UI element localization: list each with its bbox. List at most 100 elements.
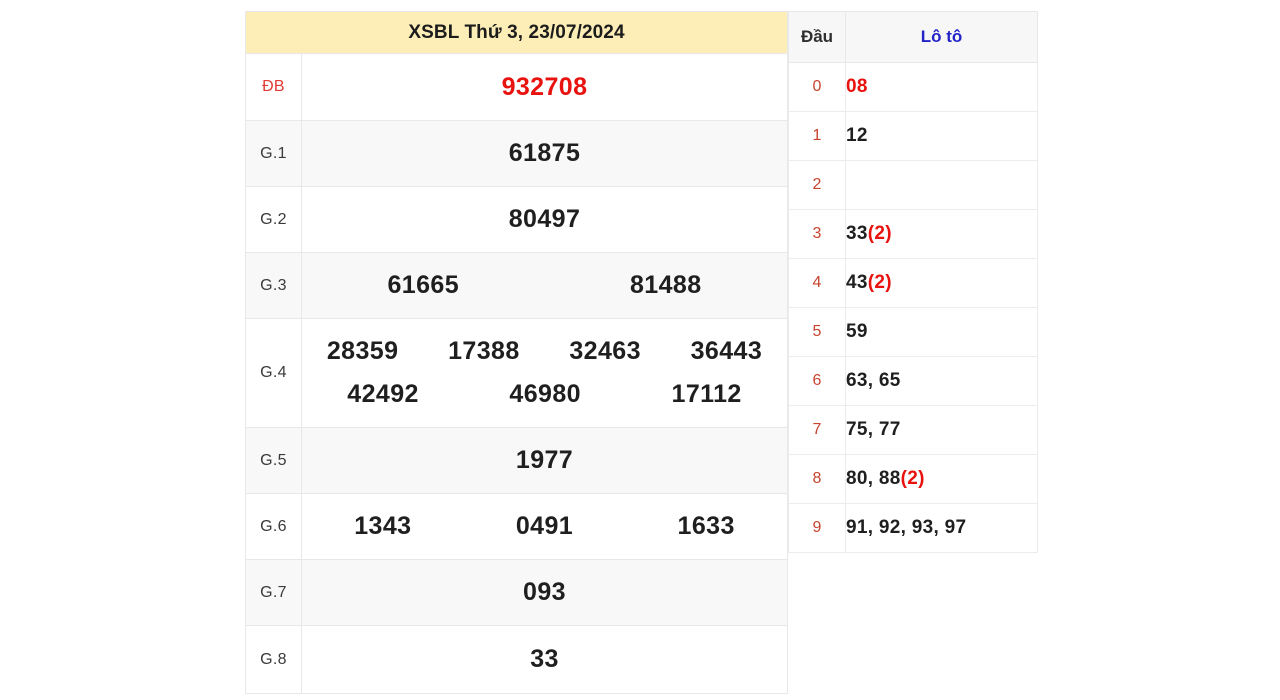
loto-head-digit: 7: [788, 405, 846, 455]
prize-label: G.3: [245, 252, 302, 319]
result-title-row: XSBL Thứ 3, 23/07/2024: [245, 11, 788, 54]
loto-head-digit: 5: [788, 307, 846, 357]
prize-row: G.7 093: [245, 559, 788, 626]
prize-label: G.4: [245, 318, 302, 428]
loto-header-row: Đầu Lô tô: [788, 11, 1038, 63]
loto-multiplier: (2): [900, 468, 925, 489]
loto-values-cell: 12: [845, 111, 1038, 161]
prize-values-cell: 80497: [301, 186, 788, 253]
prize-values-cell: 28359 17388 32463 36443 42492 46980 17112: [301, 318, 788, 428]
prize-number: 17112: [671, 380, 742, 408]
loto-values: 80, 88: [846, 468, 901, 489]
prize-number-line: 28359 17388 32463 36443: [302, 337, 787, 366]
prize-number: 46980: [509, 380, 581, 408]
prize-row: G.2 80497: [245, 186, 788, 253]
prize-number: 28359: [326, 337, 399, 365]
prize-number: 0491: [515, 512, 574, 540]
prize-number: 61665: [387, 271, 460, 299]
prize-number: 1343: [354, 512, 412, 540]
prize-number: 1977: [515, 446, 574, 474]
prize-label: G.5: [245, 427, 302, 494]
loto-values: 59: [846, 321, 868, 342]
loto-head-digit: 9: [788, 503, 846, 553]
prize-row: G.4 28359 17388 32463 36443 42492 46980 17112: [245, 318, 788, 428]
prize-label: G.8: [245, 625, 302, 694]
prize-number-line: 61665 81488: [302, 271, 787, 300]
prize-number-line: 33: [302, 645, 787, 674]
loto-row: 4 43(2): [788, 258, 1038, 308]
prize-row: G.6 1343 0491 1633: [245, 493, 788, 560]
loto-table: Đầu Lô tô 0 08 1 12 2 3 33(2) 4 43(2) 5 59 6 63, 65 7…: [788, 11, 1038, 553]
loto-values: 75, 77: [846, 419, 901, 440]
prize-number-line: 1977: [302, 446, 787, 475]
prize-number: 42492: [347, 380, 419, 408]
prize-number-line: 42492 46980 17112: [302, 380, 787, 409]
loto-values: 12: [846, 125, 868, 146]
loto-values-cell: 59: [845, 307, 1038, 357]
prize-values-cell: 093: [301, 559, 788, 626]
loto-values-cell: [845, 160, 1038, 210]
prize-row: G.5 1977: [245, 427, 788, 494]
prize-row: G.8 33: [245, 625, 788, 694]
prize-values-cell: 61875: [301, 120, 788, 187]
loto-values: 08: [846, 76, 868, 97]
loto-values-cell: 75, 77: [845, 405, 1038, 455]
loto-row: 0 08: [788, 62, 1038, 112]
loto-head-digit: 2: [788, 160, 846, 210]
prize-values-cell: 33: [301, 625, 788, 694]
prize-label: G.2: [245, 186, 302, 253]
loto-values-cell: 08: [845, 62, 1038, 112]
prize-values-cell: 932708: [301, 53, 788, 121]
prize-values-cell: 1977: [301, 427, 788, 494]
prize-result-table: XSBL Thứ 3, 23/07/2024 ĐB 932708 G.1 61875 G…: [245, 11, 788, 694]
loto-head-digit: 1: [788, 111, 846, 161]
loto-row: 1 12: [788, 111, 1038, 161]
prize-number-line: 80497: [302, 205, 787, 234]
prize-label: G.1: [245, 120, 302, 187]
prize-number: 1633: [677, 512, 735, 540]
prize-row: ĐB 932708: [245, 53, 788, 121]
prize-number-line: 932708: [302, 73, 787, 102]
loto-head-column-header: Đầu: [788, 11, 846, 63]
prize-label: G.6: [245, 493, 302, 560]
loto-values: 91, 92, 93, 97: [846, 517, 967, 538]
loto-head-digit: 4: [788, 258, 846, 308]
loto-head-digit: 6: [788, 356, 846, 406]
prize-number: 32463: [569, 337, 641, 365]
loto-values-column-header: Lô tô: [845, 11, 1038, 63]
prize-rows: ĐB 932708 G.1 61875 G.2 80497 G.3 61665 81488 G.4…: [245, 53, 788, 694]
loto-row: 9 91, 92, 93, 97: [788, 503, 1038, 553]
loto-rows: 0 08 1 12 2 3 33(2) 4 43(2) 5 59 6 63, 65 7 75, 77 8 80,…: [788, 62, 1038, 553]
loto-head-digit: 3: [788, 209, 846, 259]
loto-row: 6 63, 65: [788, 356, 1038, 406]
prize-row: G.3 61665 81488: [245, 252, 788, 319]
prize-number: 17388: [448, 337, 520, 365]
loto-values: 43: [846, 272, 868, 293]
loto-values-cell: 43(2): [845, 258, 1038, 308]
loto-values-cell: 63, 65: [845, 356, 1038, 406]
loto-multiplier: (2): [867, 223, 892, 244]
loto-row: 2: [788, 160, 1038, 210]
prize-row: G.1 61875: [245, 120, 788, 187]
prize-number: 093: [523, 578, 566, 606]
loto-row: 3 33(2): [788, 209, 1038, 259]
prize-label: ĐB: [245, 53, 302, 121]
prize-number-line: 1343 0491 1633: [302, 512, 787, 541]
loto-values: 63, 65: [846, 370, 901, 391]
prize-number: 61875: [508, 139, 581, 167]
prize-number: 81488: [629, 271, 702, 299]
loto-row: 5 59: [788, 307, 1038, 357]
result-title: XSBL Thứ 3, 23/07/2024: [245, 11, 788, 54]
prize-label: G.7: [245, 559, 302, 626]
loto-values-cell: 33(2): [845, 209, 1038, 259]
prize-number-line: 093: [302, 578, 787, 607]
prize-values-cell: 1343 0491 1633: [301, 493, 788, 560]
loto-head-digit: 0: [788, 62, 846, 112]
loto-head-digit: 8: [788, 454, 846, 504]
loto-row: 7 75, 77: [788, 405, 1038, 455]
loto-values-cell: 80, 88(2): [845, 454, 1038, 504]
prize-values-cell: 61665 81488: [301, 252, 788, 319]
prize-number: 80497: [508, 205, 581, 233]
lottery-result-page: XSBL Thứ 3, 23/07/2024 ĐB 932708 G.1 61875 G…: [0, 0, 1280, 700]
prize-number: 932708: [501, 72, 588, 101]
